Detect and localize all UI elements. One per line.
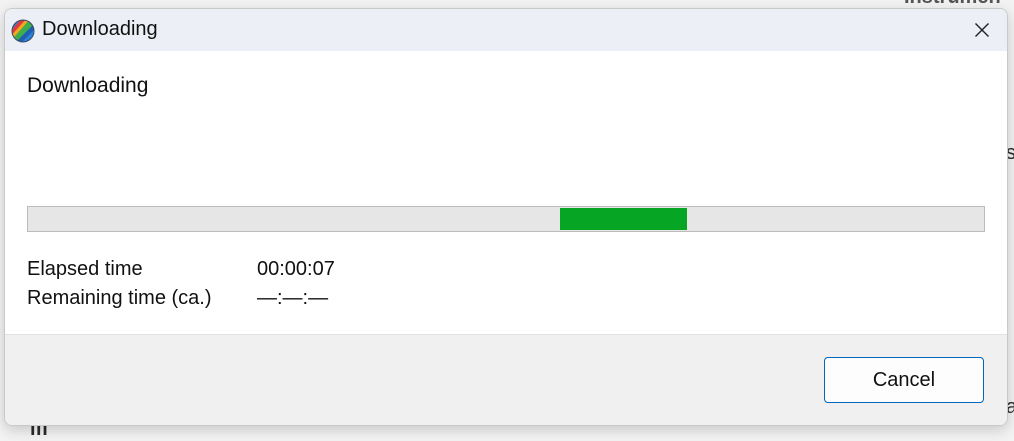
remaining-time-label: Remaining time (ca.) [27, 287, 212, 309]
window-title: Downloading [42, 18, 158, 40]
status-heading: Downloading [27, 74, 149, 97]
progress-indicator [560, 208, 687, 230]
dialog-content: Downloading Elapsed time 00:00:07 Remain… [5, 51, 1007, 334]
elapsed-time-value: 00:00:07 [257, 258, 335, 280]
close-button[interactable] [957, 9, 1007, 51]
dialog-footer: Cancel [5, 334, 1007, 425]
close-icon [975, 23, 989, 37]
remaining-time-value: —:—:— [257, 287, 329, 309]
elapsed-time-label: Elapsed time [27, 258, 143, 280]
download-dialog: Downloading Downloading Elapsed time 00:… [4, 8, 1008, 426]
app-logo-icon [11, 19, 35, 43]
title-bar[interactable]: Downloading [5, 9, 1007, 51]
cancel-button[interactable]: Cancel [824, 357, 984, 403]
progress-bar [27, 206, 985, 232]
